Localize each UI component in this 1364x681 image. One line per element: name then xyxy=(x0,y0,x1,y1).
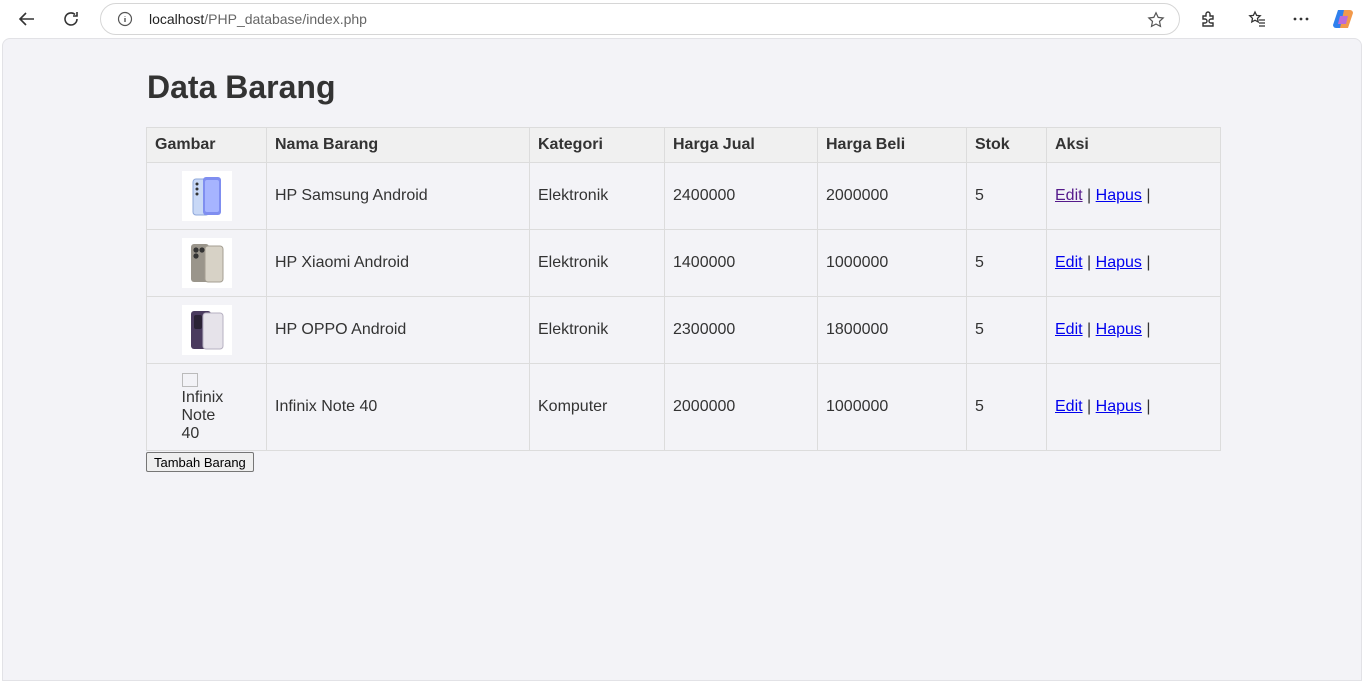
page-title: Data Barang xyxy=(147,69,336,105)
edit-link[interactable]: Edit xyxy=(1055,321,1083,338)
hapus-link[interactable]: Hapus xyxy=(1096,187,1142,204)
edit-link[interactable]: Edit xyxy=(1055,187,1083,204)
separator: | xyxy=(1087,321,1092,338)
cell-aksi: Edit | Hapus | xyxy=(1046,229,1221,297)
more-menu-icon[interactable] xyxy=(1286,4,1316,34)
cell-kategori: Elektronik xyxy=(529,162,665,230)
cell-stok: 5 xyxy=(966,162,1047,230)
cell-kategori: Elektronik xyxy=(529,296,665,364)
cell-gambar: Infinix Note 40 xyxy=(146,363,267,451)
data-barang-table: Gambar Nama Barang Kategori Harga Jual H… xyxy=(146,127,1221,451)
separator: | xyxy=(1146,187,1151,204)
cell-nama-barang: Infinix Note 40 xyxy=(266,363,530,451)
header-kategori: Kategori xyxy=(529,127,665,163)
info-icon[interactable] xyxy=(117,11,133,27)
cell-harga-jual: 1400000 xyxy=(664,229,818,297)
browser-toolbar: localhost/PHP_database/index.php xyxy=(0,0,1364,38)
cell-harga-beli: 1000000 xyxy=(817,229,967,297)
cell-harga-jual: 2400000 xyxy=(664,162,818,230)
cell-stok: 5 xyxy=(966,296,1047,364)
page-viewport: Data Barang Gambar Nama Barang Kategori … xyxy=(2,38,1362,681)
cell-kategori: Elektronik xyxy=(529,229,665,297)
table-row: HP Samsung Android Elektronik 2400000 20… xyxy=(146,162,1221,230)
cell-gambar xyxy=(146,162,267,230)
cell-aksi: Edit | Hapus | xyxy=(1046,296,1221,364)
cell-harga-jual: 2300000 xyxy=(664,296,818,364)
favorite-star-icon[interactable] xyxy=(1147,11,1165,34)
broken-image-icon xyxy=(181,373,198,387)
extensions-icon[interactable] xyxy=(1193,4,1223,34)
cell-harga-beli: 2000000 xyxy=(817,162,967,230)
url-text[interactable]: localhost/PHP_database/index.php xyxy=(149,11,367,27)
tambah-barang-button[interactable]: Tambah Barang xyxy=(146,452,254,472)
separator: | xyxy=(1146,254,1151,271)
header-nama-barang: Nama Barang xyxy=(266,127,530,163)
cell-nama-barang: HP OPPO Android xyxy=(266,296,530,364)
table-row: HP Xiaomi Android Elektronik 1400000 100… xyxy=(146,229,1221,297)
cell-harga-jual: 2000000 xyxy=(664,363,818,451)
cell-stok: 5 xyxy=(966,229,1047,297)
edit-link[interactable]: Edit xyxy=(1055,398,1083,415)
cell-aksi: Edit | Hapus | xyxy=(1046,363,1221,451)
image-alt-text: Infinix Note 40 xyxy=(181,389,224,442)
url-path: /PHP_database/index.php xyxy=(204,11,367,27)
reload-icon[interactable] xyxy=(56,4,86,34)
cell-gambar xyxy=(146,229,267,297)
separator: | xyxy=(1087,398,1092,415)
cell-harga-beli: 1000000 xyxy=(817,363,967,451)
product-image-oppo xyxy=(181,305,232,355)
url-host: localhost xyxy=(149,11,205,27)
cell-stok: 5 xyxy=(966,363,1047,451)
favorites-icon[interactable] xyxy=(1242,4,1272,34)
cell-aksi: Edit | Hapus | xyxy=(1046,162,1221,230)
separator: | xyxy=(1146,321,1151,338)
broken-image: Infinix Note 40 xyxy=(181,371,232,443)
table-row: HP OPPO Android Elektronik 2300000 18000… xyxy=(146,296,1221,364)
cell-gambar xyxy=(146,296,267,364)
back-arrow-icon[interactable] xyxy=(12,4,42,34)
header-aksi: Aksi xyxy=(1046,127,1221,163)
header-gambar: Gambar xyxy=(146,127,267,163)
edit-link[interactable]: Edit xyxy=(1055,254,1083,271)
separator: | xyxy=(1146,398,1151,415)
table-row: Infinix Note 40 Infinix Note 40 Komputer… xyxy=(146,363,1221,451)
cell-nama-barang: HP Xiaomi Android xyxy=(266,229,530,297)
address-bar[interactable]: localhost/PHP_database/index.php xyxy=(100,3,1180,35)
header-stok: Stok xyxy=(966,127,1047,163)
cell-kategori: Komputer xyxy=(529,363,665,451)
cell-harga-beli: 1800000 xyxy=(817,296,967,364)
header-harga-jual: Harga Jual xyxy=(664,127,818,163)
separator: | xyxy=(1087,187,1092,204)
hapus-link[interactable]: Hapus xyxy=(1096,398,1142,415)
table-header-row: Gambar Nama Barang Kategori Harga Jual H… xyxy=(146,127,1221,163)
copilot-icon[interactable] xyxy=(1328,4,1358,34)
separator: | xyxy=(1087,254,1092,271)
product-image-xiaomi xyxy=(181,238,232,288)
cell-nama-barang: HP Samsung Android xyxy=(266,162,530,230)
header-harga-beli: Harga Beli xyxy=(817,127,967,163)
hapus-link[interactable]: Hapus xyxy=(1096,254,1142,271)
product-image-samsung xyxy=(181,171,232,221)
hapus-link[interactable]: Hapus xyxy=(1096,321,1142,338)
